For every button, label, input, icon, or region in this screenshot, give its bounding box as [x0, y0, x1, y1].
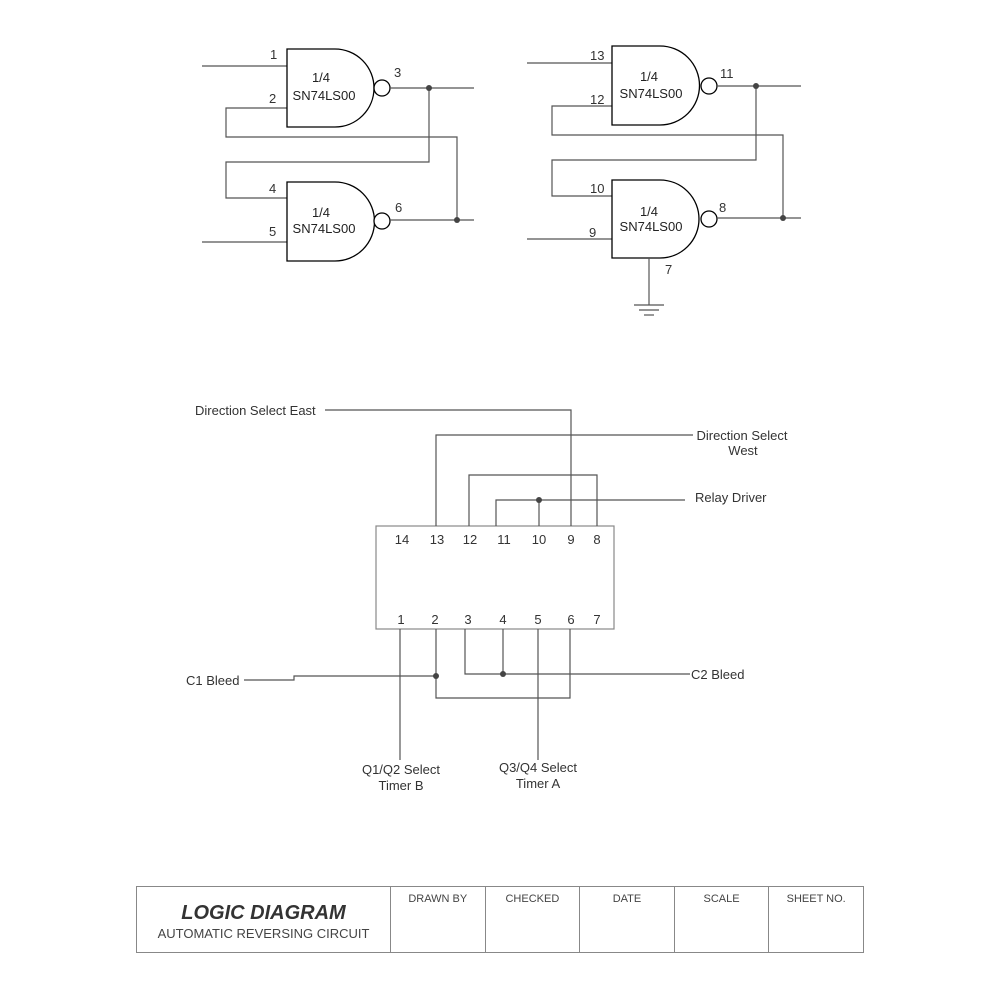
date-cell: DATE [580, 887, 675, 952]
ic-pin-label: 12 [463, 532, 477, 547]
label-direction-east: Direction Select East [195, 403, 316, 418]
ic-pin-label: 5 [534, 612, 541, 627]
diagram-title: LOGIC DIAGRAM [181, 902, 346, 924]
junction-dot [426, 85, 432, 91]
inversion-bubble [700, 210, 718, 228]
inversion-bubble [373, 79, 391, 97]
gate-label-line2: SN74LS00 [293, 221, 356, 236]
ic-pin-label: 1 [397, 612, 404, 627]
label-q1q2-line2: Timer B [378, 778, 423, 793]
ic-pin-label: 2 [431, 612, 438, 627]
pin-label: 13 [590, 48, 604, 63]
ground-icon [634, 304, 664, 316]
label-direction-west-line1: Direction Select [696, 428, 787, 443]
ic-pin-label: 13 [430, 532, 444, 547]
pin-label: 12 [590, 92, 604, 107]
ic-pin-label: 6 [567, 612, 574, 627]
title-block-main: LOGIC DIAGRAM AUTOMATIC REVERSING CIRCUI… [137, 887, 391, 952]
ic-pin-label: 14 [395, 532, 409, 547]
gate-label-line2: SN74LS00 [293, 88, 356, 103]
pin-label: 10 [590, 181, 604, 196]
ic-body [375, 525, 615, 630]
label-q3q4-line2: Timer A [516, 776, 561, 791]
ic-pin-label: 3 [464, 612, 471, 627]
label-c1-bleed: C1 Bleed [186, 673, 239, 688]
ic-pin-label: 7 [593, 612, 600, 627]
label-direction-west-line2: West [728, 443, 758, 458]
gate-label-line1: 1/4 [640, 69, 658, 84]
ic-pin-label: 10 [532, 532, 546, 547]
pin-label: 6 [395, 200, 402, 215]
pin-label: 5 [269, 224, 276, 239]
junction-dot [433, 673, 439, 679]
ic-pin-label: 9 [567, 532, 574, 547]
junction-dot [780, 215, 786, 221]
inversion-bubble [700, 77, 718, 95]
pin-label: 4 [269, 181, 276, 196]
logic-diagram-canvas: 1/4 SN74LS00 1 2 3 1/4 SN74LS00 4 5 6 1/… [186, 45, 801, 793]
label-c2-bleed: C2 Bleed [691, 667, 744, 682]
pin-label: 9 [589, 225, 596, 240]
title-block: LOGIC DIAGRAM AUTOMATIC REVERSING CIRCUI… [136, 886, 864, 953]
gate-label-line2: SN74LS00 [620, 86, 683, 101]
label-relay-driver: Relay Driver [695, 490, 767, 505]
scale-cell: SCALE [675, 887, 770, 952]
pin-label: 3 [394, 65, 401, 80]
pin-label: 11 [720, 66, 734, 81]
junction-dot [753, 83, 759, 89]
junction-dot [454, 217, 460, 223]
sheet-no-cell: SHEET NO. [786, 893, 846, 905]
pin-label: 7 [665, 262, 672, 277]
pin-label: 8 [719, 200, 726, 215]
wire-direction-west [435, 434, 693, 526]
gate-label-line1: 1/4 [312, 205, 330, 220]
diagram-subtitle: AUTOMATIC REVERSING CIRCUIT [157, 926, 370, 941]
gate-label-line2: SN74LS00 [620, 219, 683, 234]
label-q1q2-line1: Q1/Q2 Select [362, 762, 440, 777]
pin-label: 2 [269, 91, 276, 106]
wire-direction-east [325, 409, 572, 526]
checked-cell: CHECKED [486, 887, 581, 952]
inversion-bubble [373, 212, 391, 230]
pin-label: 1 [270, 47, 277, 62]
junction-dot [536, 497, 542, 503]
wire-relay-driver [495, 499, 685, 526]
ic-package: 14 13 12 11 10 9 8 1 2 3 4 5 6 7 [375, 525, 615, 630]
wire-c2-bleed [464, 629, 690, 675]
ic-pin-label: 11 [497, 532, 511, 547]
ic-pin-label: 4 [499, 612, 506, 627]
drawn-by-cell: DRAWN BY [391, 887, 486, 952]
gate-label-line1: 1/4 [640, 204, 658, 219]
ic-pin-label: 8 [593, 532, 600, 547]
gate-label-line1: 1/4 [312, 70, 330, 85]
junction-dot [500, 671, 506, 677]
label-q3q4-line1: Q3/Q4 Select [499, 760, 577, 775]
wire-c1-bleed [244, 675, 436, 681]
